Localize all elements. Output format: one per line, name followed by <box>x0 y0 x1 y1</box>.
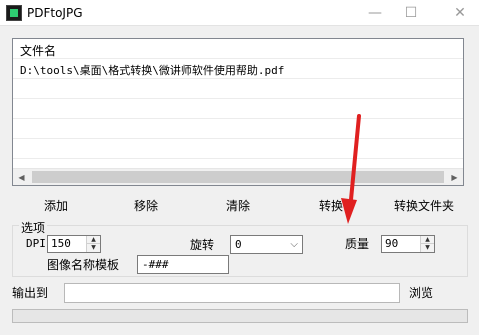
file-list[interactable]: 文件名 D:\tools\桌面\格式转换\微讲师软件使用帮助.pdf ◀ ▶ <box>12 38 464 186</box>
remove-button[interactable]: 移除 <box>128 196 164 216</box>
horizontal-scrollbar[interactable]: ◀ ▶ <box>13 168 463 185</box>
dpi-value[interactable]: 150 <box>51 236 71 252</box>
add-button[interactable]: 添加 <box>38 196 74 216</box>
dpi-spinbox[interactable]: 150 ▲ ▼ <box>47 235 101 253</box>
progress-bar <box>12 309 468 323</box>
scrollbar-thumb[interactable] <box>32 171 444 183</box>
quality-label: 质量 <box>345 237 370 251</box>
dpi-up-icon[interactable]: ▲ <box>87 236 100 244</box>
scroll-left-icon[interactable]: ◀ <box>13 169 30 185</box>
options-group-label: 选项 <box>19 219 48 236</box>
output-path-field[interactable] <box>64 283 400 303</box>
browse-button[interactable]: 浏览 <box>404 284 438 302</box>
list-row-empty <box>13 103 463 119</box>
output-label: 输出到 <box>12 286 49 300</box>
dpi-down-icon[interactable]: ▼ <box>87 244 100 252</box>
chevron-down-icon[interactable]: ⌵ <box>290 236 298 253</box>
convert-button[interactable]: 转换 <box>313 196 349 216</box>
name-template-label: 图像名称模板 <box>47 258 120 272</box>
name-template-value[interactable]: -### <box>142 256 169 273</box>
dpi-label: DPI <box>26 237 46 250</box>
quality-spinbox[interactable]: 90 ▲ ▼ <box>381 235 435 253</box>
dpi-spin-buttons: ▲ ▼ <box>86 236 100 252</box>
window-title: PDFtoJPG <box>27 6 83 20</box>
title-bar: PDFtoJPG — ☐ ✕ <box>0 0 479 26</box>
close-button[interactable]: ✕ <box>441 0 479 26</box>
rotate-label: 旋转 <box>190 238 215 252</box>
quality-up-icon[interactable]: ▲ <box>421 236 434 244</box>
list-row-empty <box>13 83 463 99</box>
maximize-icon: ☐ <box>404 5 418 21</box>
rotate-select[interactable]: 0 ⌵ <box>230 235 303 254</box>
list-row-empty <box>13 143 463 159</box>
minimize-icon: — <box>368 5 382 21</box>
quality-down-icon[interactable]: ▼ <box>421 244 434 252</box>
quality-value[interactable]: 90 <box>385 236 398 252</box>
close-icon: ✕ <box>454 5 466 21</box>
scroll-right-icon[interactable]: ▶ <box>446 169 463 185</box>
maximize-button[interactable]: ☐ <box>392 0 430 26</box>
convert-folder-button[interactable]: 转换文件夹 <box>386 196 462 216</box>
minimize-button[interactable]: — <box>356 0 394 26</box>
quality-spin-buttons: ▲ ▼ <box>420 236 434 252</box>
rotate-value: 0 <box>235 238 242 251</box>
list-row-empty <box>13 123 463 139</box>
list-item[interactable]: D:\tools\桌面\格式转换\微讲师软件使用帮助.pdf <box>13 63 463 79</box>
column-header-filename[interactable]: 文件名 <box>13 43 463 59</box>
app-icon <box>6 5 22 21</box>
name-template-field[interactable]: -### <box>137 255 229 274</box>
clear-button[interactable]: 清除 <box>220 196 256 216</box>
